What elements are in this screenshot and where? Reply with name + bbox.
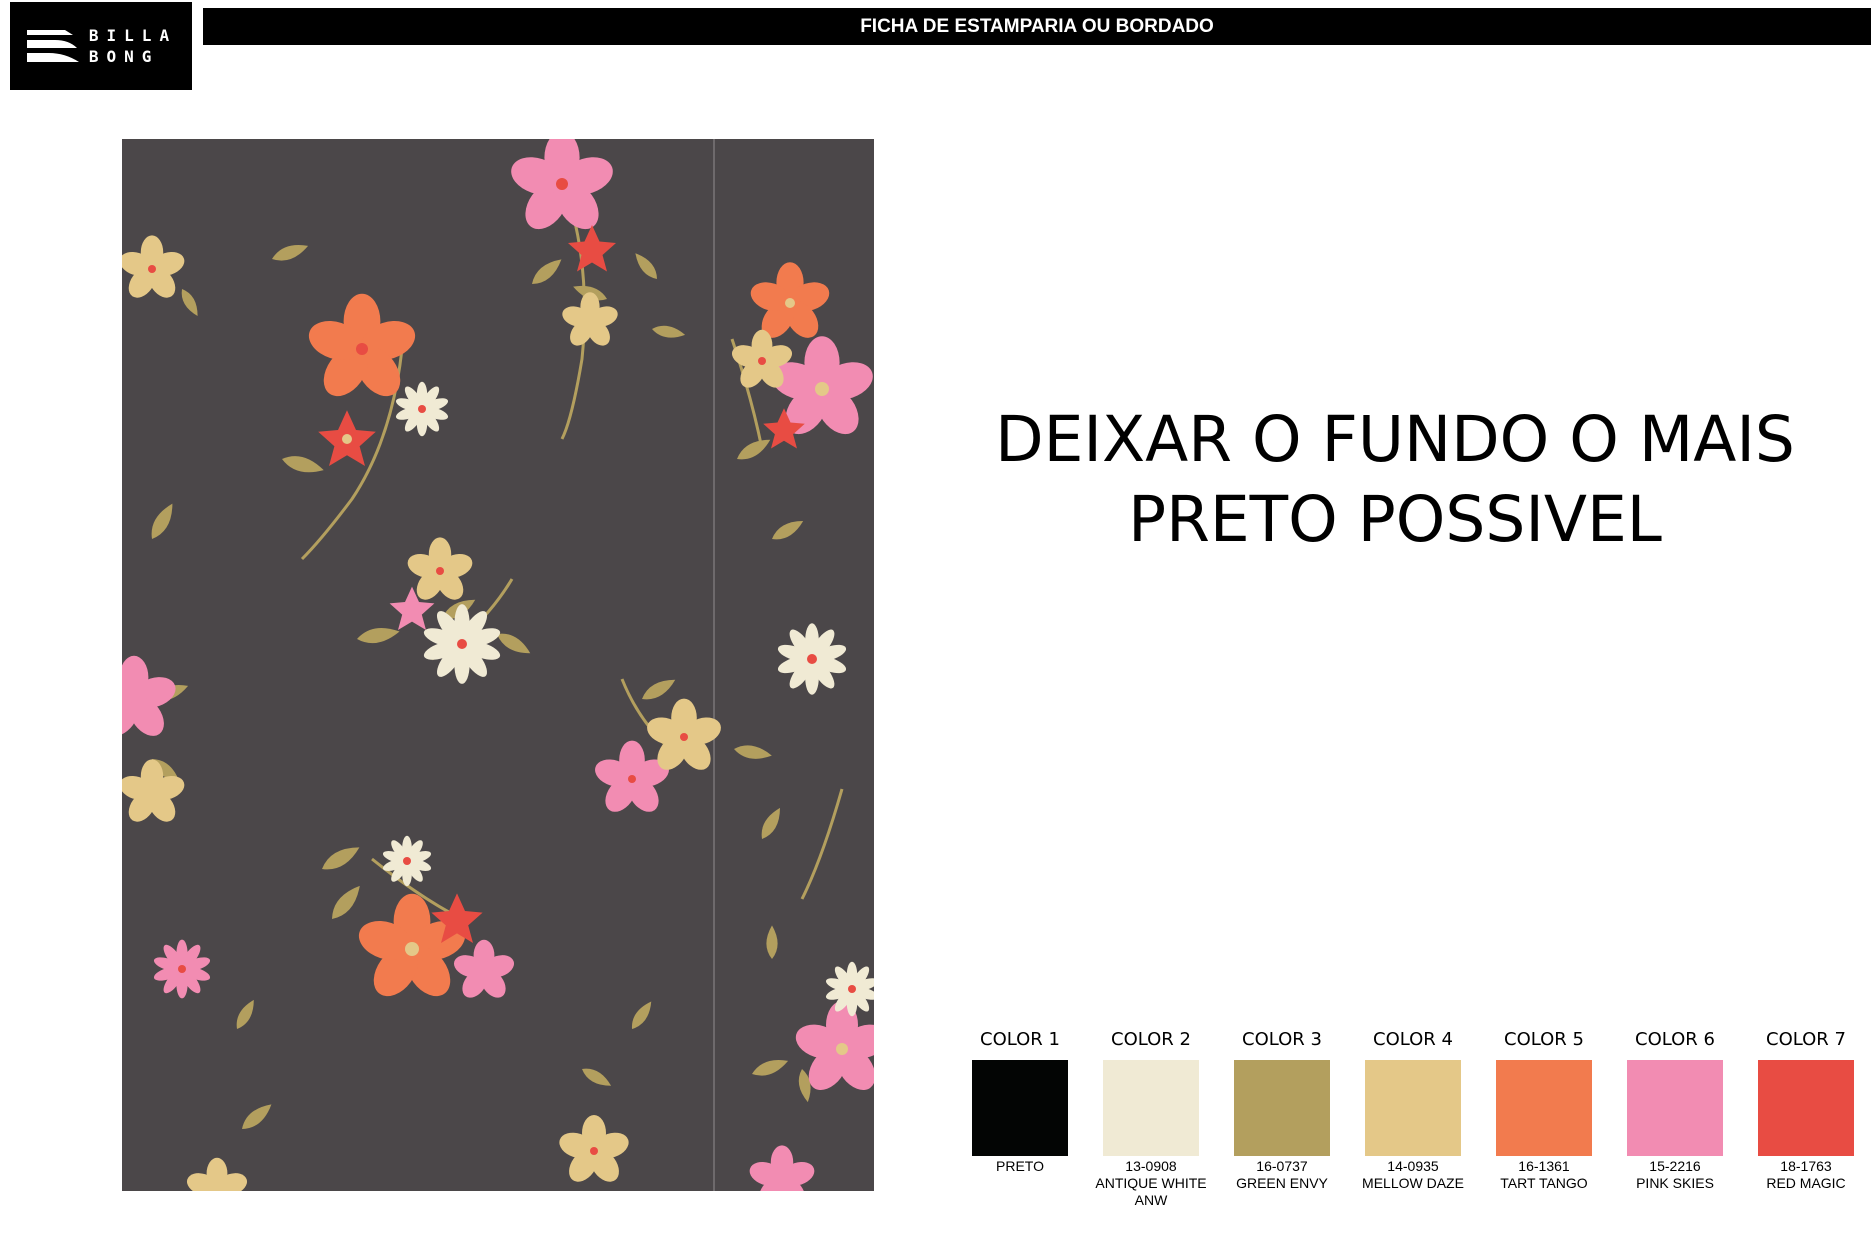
color-code: 16-0737 GREEN ENVY [1217, 1158, 1347, 1192]
color-extra: ANW [1134, 1192, 1168, 1208]
color-code: 14-0935 MELLOW DAZE [1348, 1158, 1478, 1192]
logo-line-1: BILLA [88, 26, 178, 45]
instruction-line-2: PRETO POSSIVEL [1128, 483, 1662, 556]
color-swatch [1103, 1060, 1199, 1156]
color-swatch [972, 1060, 1068, 1156]
color-code: 15-2216 [1649, 1158, 1701, 1174]
palette-color-7: COLOR 7 18-1763 RED MAGIC [1741, 1026, 1871, 1192]
color-swatch [1627, 1060, 1723, 1156]
color-name: TART TANGO [1500, 1175, 1588, 1191]
color-label: COLOR 4 [1373, 1029, 1453, 1050]
color-code: 14-0935 [1387, 1158, 1439, 1174]
color-label: COLOR 7 [1766, 1029, 1846, 1050]
color-name: GREEN ENVY [1236, 1175, 1328, 1191]
color-label: COLOR 5 [1504, 1029, 1584, 1050]
color-label: COLOR 1 [980, 1029, 1060, 1050]
print-instruction: DEIXAR O FUNDO O MAIS PRETO POSSIVEL [935, 400, 1855, 560]
color-code: 16-0737 [1256, 1158, 1308, 1174]
color-name: PINK SKIES [1636, 1175, 1714, 1191]
palette-color-3: COLOR 3 16-0737 GREEN ENVY [1217, 1026, 1347, 1192]
palette-color-1: COLOR 1 PRETO [955, 1026, 1085, 1175]
color-name: MELLOW DAZE [1362, 1175, 1464, 1191]
palette-color-2: COLOR 2 13-0908 ANTIQUE WHITE ANW [1086, 1026, 1216, 1209]
color-name: PRETO [996, 1158, 1044, 1174]
color-swatch [1758, 1060, 1854, 1156]
color-label: COLOR 3 [1242, 1029, 1322, 1050]
color-name: RED MAGIC [1766, 1175, 1846, 1191]
floral-print-illustration [122, 139, 874, 1191]
palette-color-6: COLOR 6 15-2216 PINK SKIES [1610, 1026, 1740, 1192]
color-palette: COLOR 1 PRETO COLOR 2 13-0908 ANTIQUE WHITE A… [955, 1026, 1855, 1226]
color-label: COLOR 2 [1111, 1029, 1191, 1050]
print-artwork [122, 139, 874, 1191]
color-code: 16-1361 [1518, 1158, 1570, 1174]
instruction-line-1: DEIXAR O FUNDO O MAIS [995, 403, 1795, 476]
palette-color-5: COLOR 5 16-1361 TART TANGO [1479, 1026, 1609, 1192]
color-code: 13-0908 ANTIQUE WHITE ANW [1086, 1158, 1216, 1209]
brand-logo: BILLA BONG [10, 2, 192, 90]
palette-color-4: COLOR 4 14-0935 MELLOW DAZE [1348, 1026, 1478, 1192]
color-swatch [1365, 1060, 1461, 1156]
color-code: 15-2216 PINK SKIES [1610, 1158, 1740, 1192]
color-swatch [1496, 1060, 1592, 1156]
color-code: 16-1361 TART TANGO [1479, 1158, 1609, 1192]
logo-line-2: BONG [88, 47, 160, 66]
color-label: COLOR 6 [1635, 1029, 1715, 1050]
color-code: 18-1763 RED MAGIC [1741, 1158, 1871, 1192]
logo-wordmark: BILLA BONG [89, 25, 177, 67]
color-code: 18-1763 [1780, 1158, 1832, 1174]
header-bar: FICHA DE ESTAMPARIA OU BORDADO [203, 8, 1871, 45]
color-swatch [1234, 1060, 1330, 1156]
color-code: 13-0908 [1125, 1158, 1177, 1174]
color-name: ANTIQUE WHITE [1095, 1175, 1207, 1191]
color-code: PRETO [955, 1158, 1085, 1175]
wave-logo-icon [26, 30, 79, 62]
header-title: FICHA DE ESTAMPARIA OU BORDADO [860, 15, 1214, 37]
